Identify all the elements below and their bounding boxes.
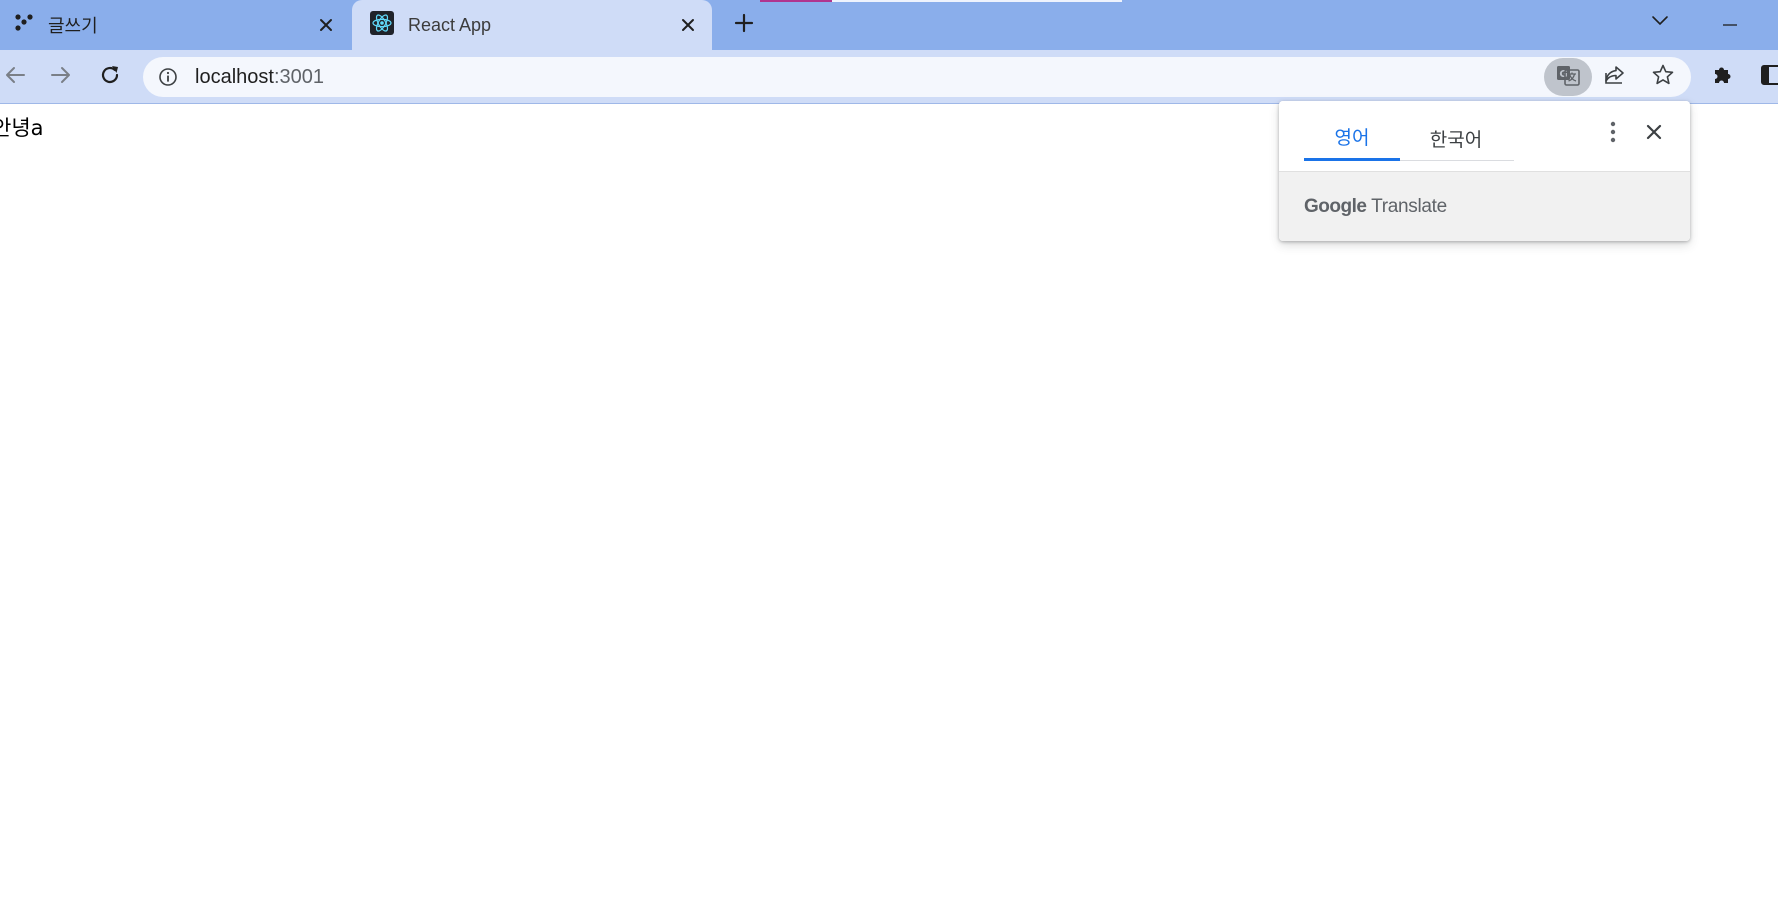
language-tabs: 영어 한국어 [1304,115,1514,161]
extensions-button[interactable] [1708,62,1738,92]
url-host: localhost [195,66,274,88]
translate-popup-footer: Google Translate [1279,172,1690,241]
side-panel-icon [1760,64,1778,91]
loading-indicator-track [832,0,1122,2]
translate-button[interactable]: G [1544,58,1592,96]
url-text[interactable]: localhost:3001 [195,66,324,88]
info-icon[interactable] [157,66,179,88]
share-icon [1603,63,1627,92]
translate-icon: G [1556,63,1580,92]
close-icon[interactable] [676,13,700,37]
page-body-text: 안녕a [0,116,44,140]
google-translate-logo: Google Translate [1304,196,1447,218]
address-bar[interactable]: localhost:3001 G [143,57,1691,97]
arrow-right-icon [50,65,72,90]
tab-search-button[interactable] [1645,8,1675,38]
star-icon [1651,63,1675,92]
minimize-button[interactable] [1712,8,1748,38]
tab-target-language[interactable]: 한국어 [1408,115,1504,161]
minimize-icon [1722,14,1738,32]
react-logo-icon [370,10,394,40]
chevron-down-icon [1651,14,1669,32]
reload-button[interactable] [95,62,125,92]
translate-wordmark: Translate [1371,196,1447,217]
translate-options-button[interactable] [1597,118,1629,150]
side-panel-button[interactable] [1756,62,1778,92]
translate-popup-header: 영어 한국어 [1279,101,1690,172]
tab-react-app[interactable]: React App [352,0,712,50]
tab-strip: 글쓰기 React App [0,0,1778,50]
translate-close-button[interactable] [1638,118,1670,150]
url-port: :3001 [273,66,324,88]
bookmark-button[interactable] [1647,61,1679,93]
tab-writing[interactable]: 글쓰기 [0,0,350,50]
toolbar: localhost:3001 G [0,50,1778,104]
tab-title: 글쓰기 [48,16,98,36]
puzzle-icon [1711,63,1735,92]
tab-source-language[interactable]: 영어 [1304,115,1400,161]
back-button[interactable] [0,62,30,92]
new-tab-button[interactable] [730,11,758,39]
brand-dots-icon [14,13,34,38]
reload-icon [99,64,121,91]
share-button[interactable] [1599,61,1631,93]
translate-popup: 영어 한국어 Google Translate [1279,101,1690,241]
browser-window: 글쓰기 React App localhost:3001 G 안녕a 영어 한국… [0,0,1778,915]
close-icon[interactable] [314,13,338,37]
forward-button[interactable] [46,62,76,92]
plus-icon [734,13,754,38]
more-vert-icon [1610,121,1616,148]
loading-indicator [760,0,832,2]
tab-title: React App [408,14,492,35]
arrow-left-icon [4,65,26,90]
google-wordmark: Google [1304,196,1367,217]
close-icon [1646,124,1662,145]
